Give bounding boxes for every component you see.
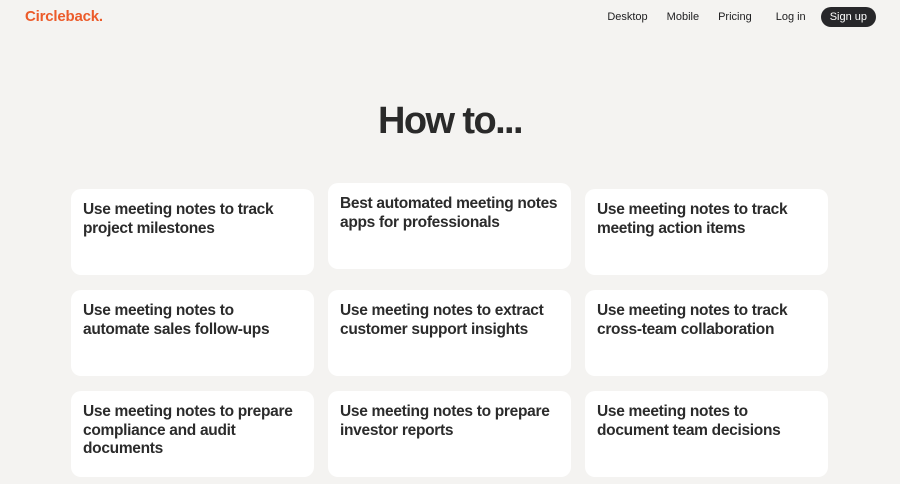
login-link[interactable]: Log in (776, 11, 806, 23)
card-cross-team-collaboration[interactable]: Use meeting notes to track cross-team co… (585, 290, 828, 376)
how-to-card-grid: Use meeting notes to track project miles… (71, 183, 829, 484)
card-title: Use meeting notes to track project miles… (83, 201, 274, 237)
card-customer-support-insights[interactable]: Use meeting notes to extract customer su… (328, 290, 571, 376)
card-title: Use meeting notes to track meeting actio… (597, 201, 788, 237)
card-compliance-audit-documents[interactable]: Use meeting notes to prepare compliance … (71, 391, 314, 477)
card-automate-sales-follow-ups[interactable]: Use meeting notes to automate sales foll… (71, 290, 314, 376)
card-title: Use meeting notes to prepare investor re… (340, 403, 550, 439)
page: Circleback. Desktop Mobile Pricing Log i… (0, 0, 900, 484)
card-track-action-items[interactable]: Use meeting notes to track meeting actio… (585, 189, 828, 275)
signup-button[interactable]: Sign up (820, 7, 876, 27)
card-title: Use meeting notes to automate sales foll… (83, 302, 270, 338)
nav-pricing-link[interactable]: Pricing (718, 11, 752, 23)
card-document-team-decisions[interactable]: Use meeting notes to document team decis… (585, 391, 828, 477)
circleback-logo[interactable]: Circleback. (25, 8, 103, 25)
card-title: Use meeting notes to document team decis… (597, 403, 781, 439)
card-title: Use meeting notes to prepare compliance … (83, 403, 293, 457)
top-nav: Desktop Mobile Pricing Log in Sign up (607, 7, 876, 27)
card-investor-reports[interactable]: Use meeting notes to prepare investor re… (328, 391, 571, 477)
page-title: How to... (378, 100, 524, 142)
card-track-project-milestones[interactable]: Use meeting notes to track project miles… (71, 189, 314, 275)
card-best-meeting-notes-apps[interactable]: Best automated meeting notes apps for pr… (328, 183, 571, 269)
card-title: Use meeting notes to track cross-team co… (597, 302, 788, 338)
card-title: Best automated meeting notes apps for pr… (340, 195, 558, 231)
logo-dot: . (98, 8, 103, 25)
nav-desktop-link[interactable]: Desktop (607, 11, 647, 23)
site-header: Circleback. Desktop Mobile Pricing Log i… (0, 0, 900, 34)
nav-mobile-link[interactable]: Mobile (667, 11, 699, 23)
logo-text: Circleback (25, 8, 99, 25)
card-title: Use meeting notes to extract customer su… (340, 302, 544, 338)
